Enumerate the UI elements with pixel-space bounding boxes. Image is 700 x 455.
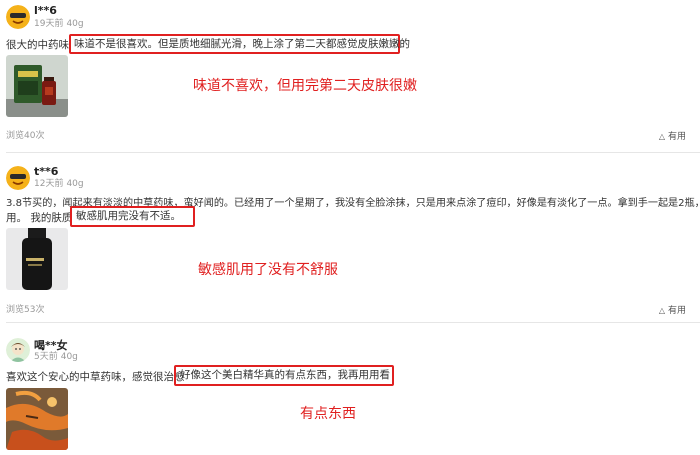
- avatar[interactable]: [6, 5, 30, 29]
- review-text: 喜欢这个安心的中草药味，感觉很治愈: [6, 370, 185, 385]
- review-meta: 19天前 40g: [34, 19, 84, 30]
- highlighted-text: 味道不是很喜欢。但是质地细腻光滑，晚上涂了第二天都感觉皮肤嫩嫩的: [74, 38, 410, 50]
- view-count: 浏览40次: [6, 131, 45, 141]
- review-time: 19天前: [34, 19, 64, 29]
- product-spec: 40g: [60, 352, 78, 362]
- review-card: t**6 12天前 40g 3.8节买的，闻起来有淡淡的中草药味，蛮好闻的。已经用…: [0, 158, 700, 318]
- helpful-label: 有用: [667, 306, 686, 316]
- avatar[interactable]: [6, 338, 30, 362]
- helpful-label: 有用: [667, 132, 686, 142]
- review-card: 喝**女 5天前 40g 喜欢这个安心的中草药味，感觉很治愈 好像这个美白精华真的…: [0, 330, 700, 455]
- review-time: 12天前: [34, 179, 64, 189]
- review-text-plain: 喜欢这个安心的中草药味，感觉很治愈: [6, 371, 185, 383]
- review-photo[interactable]: [6, 388, 68, 450]
- annotation-note: 有点东西: [300, 406, 356, 422]
- username[interactable]: l**6: [34, 4, 57, 17]
- divider: [6, 322, 700, 323]
- review-card: l**6 19天前 40g 很大的中药味 味道不是很喜欢。但是质地细腻光滑，晚上涂…: [0, 0, 700, 150]
- review-photo[interactable]: [6, 228, 68, 290]
- review-text: 很大的中药味: [6, 38, 69, 53]
- review-time: 5天前: [34, 352, 58, 362]
- helpful-button[interactable]: △ 有用: [659, 305, 686, 317]
- username[interactable]: 喝**女: [34, 339, 68, 352]
- thumb-up-icon: △: [658, 306, 665, 315]
- review-photo[interactable]: [6, 55, 68, 117]
- thumb-up-icon: △: [658, 132, 665, 141]
- product-spec: 40g: [66, 19, 84, 29]
- review-text-plain: 很大的中药味: [6, 39, 69, 51]
- product-spec: 40g: [66, 179, 84, 189]
- highlighted-text: 敏感肌用完没有不适。: [76, 210, 181, 222]
- annotation-note: 敏感肌用了没有不舒服: [198, 262, 338, 278]
- annotation-note: 味道不喜欢，但用完第二天皮肤很嫩: [193, 78, 417, 94]
- highlighted-text: 好像这个美白精华真的有点东西，我再用用看: [180, 369, 390, 381]
- helpful-button[interactable]: △ 有用: [659, 131, 686, 143]
- review-meta: 5天前 40g: [34, 352, 78, 363]
- username[interactable]: t**6: [34, 165, 58, 178]
- review-text-line-2: 用。 我的肤质: [6, 212, 73, 224]
- divider: [6, 152, 700, 153]
- avatar[interactable]: [6, 166, 30, 190]
- review-meta: 12天前 40g: [34, 179, 84, 190]
- view-count: 浏览53次: [6, 305, 45, 315]
